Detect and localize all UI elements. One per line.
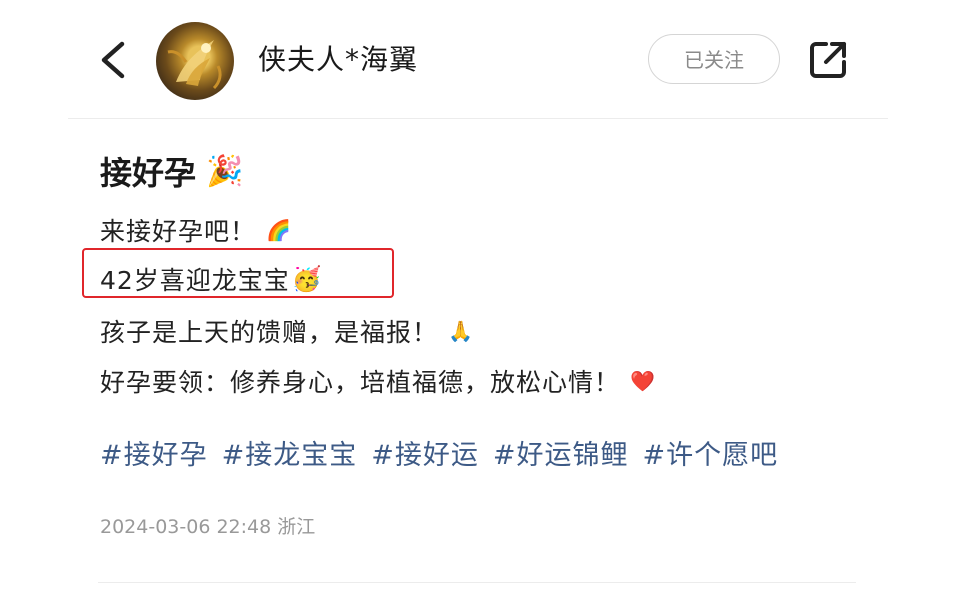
post-line-text: 42岁喜迎龙宝宝	[100, 266, 290, 295]
share-external-icon	[810, 42, 846, 78]
chevron-left-icon	[101, 41, 125, 79]
hashtag[interactable]: #好运锦鲤	[493, 433, 629, 472]
partying-face-icon: 🥳	[291, 265, 323, 293]
header-divider	[68, 118, 888, 119]
back-button[interactable]	[96, 36, 136, 84]
hashtag[interactable]: #接好运	[371, 433, 479, 472]
hashtag-list: #接好孕 #接龙宝宝 #接好运 #好运锦鲤 #许个愿吧	[100, 433, 778, 472]
username[interactable]: 侠夫人*海翼	[258, 38, 418, 78]
post-title: 接好孕 🎉	[100, 148, 243, 194]
hashtag[interactable]: #许个愿吧	[643, 433, 779, 472]
post-meta: 2024-03-06 22:48 浙江	[100, 516, 316, 538]
post-line-text: 好孕要领：修养身心，培植福德，放松心情！	[100, 368, 621, 397]
rainbow-icon: 🌈	[266, 218, 292, 242]
hashtag[interactable]: #接龙宝宝	[222, 433, 358, 472]
post-line: 孩子是上天的馈赠，是福报！ 🙏	[100, 313, 474, 349]
post-line: 来接好孕吧！ 🌈	[100, 212, 292, 248]
party-popper-icon: 🎉	[206, 153, 244, 189]
heart-icon: ❤️	[630, 369, 656, 393]
post-line-highlighted: 42岁喜迎龙宝宝 🥳	[100, 261, 323, 297]
post-header: 侠夫人*海翼 已关注	[0, 0, 960, 118]
phoenix-icon	[167, 40, 222, 90]
post-line-text: 来接好孕吧！	[100, 217, 257, 246]
post-divider	[98, 582, 856, 583]
hashtag[interactable]: #接好孕	[100, 433, 208, 472]
post-line: 好孕要领：修养身心，培植福德，放松心情！ ❤️	[100, 363, 656, 399]
follow-button[interactable]: 已关注	[648, 34, 780, 84]
avatar[interactable]	[156, 22, 234, 100]
post-line-text: 孩子是上天的馈赠，是福报！	[100, 318, 439, 347]
folded-hands-icon: 🙏	[448, 319, 474, 343]
post-title-text: 接好孕	[100, 154, 197, 192]
share-button[interactable]	[806, 38, 850, 82]
